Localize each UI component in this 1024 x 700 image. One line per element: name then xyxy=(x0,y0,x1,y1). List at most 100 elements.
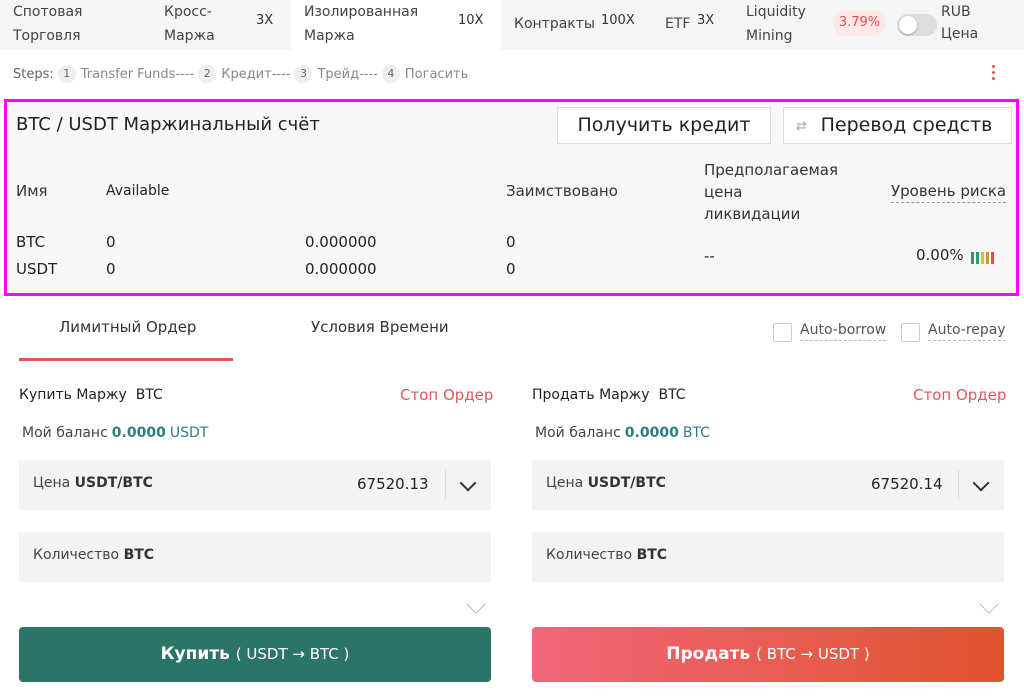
buy-form-title: Купить Маржу BTC xyxy=(19,387,163,403)
chevron-down-icon[interactable] xyxy=(459,474,477,492)
step-number: 2 xyxy=(198,65,217,83)
apy-badge: 3.79% xyxy=(833,10,886,36)
liq-line1: Предполагаемая xyxy=(704,161,838,179)
transfer-icon: ⇄ xyxy=(796,119,807,134)
risk-bar xyxy=(976,252,979,264)
margin-account-panel: BTC / USDT Маржинальный счёт Получить кр… xyxy=(4,99,1019,296)
row-available: 0 xyxy=(106,260,116,278)
tab-label-line2: Маржа xyxy=(304,28,355,44)
auto-repay-label[interactable]: Auto-repay xyxy=(928,322,1006,341)
buy-quantity-input[interactable]: Количество BTC xyxy=(19,532,491,582)
rub-price-toggle[interactable] xyxy=(897,14,937,36)
row-name: USDT xyxy=(16,260,58,278)
tab-label: Контракты xyxy=(514,16,595,32)
tab-cross-margin[interactable]: Кросс- Маржа 3X xyxy=(150,0,290,50)
sell-title-text: Продать Маржу xyxy=(532,387,650,403)
buy-button[interactable]: Купить ( USDT → BTC ) xyxy=(19,627,491,682)
tab-label-line1: Изолированная xyxy=(304,4,419,20)
sell-form-title: Продать Маржу BTC xyxy=(532,387,686,403)
risk-bar xyxy=(986,252,989,264)
liq-line3: ликвидации xyxy=(704,205,801,223)
price-unit: USDT/BTC xyxy=(587,475,666,491)
step-number: 1 xyxy=(57,65,76,83)
expand-chevron-icon[interactable] xyxy=(466,594,486,614)
qty-label-text: Количество xyxy=(33,547,120,563)
tab-time-conditions[interactable]: Условия Времени xyxy=(311,318,449,336)
expand-chevron-icon[interactable] xyxy=(979,594,999,614)
leverage-label: 100X xyxy=(601,13,635,28)
tab-label-line1: Спотовая xyxy=(13,4,83,20)
liquidation-price: -- xyxy=(704,247,715,265)
qty-label-text: Количество xyxy=(546,547,633,563)
risk-bar xyxy=(981,252,984,264)
sell-stop-order-link[interactable]: Стоп Ордер xyxy=(913,386,1006,404)
tab-isolated-margin[interactable]: Изолированная Маржа 10X xyxy=(291,0,501,50)
row-borrowed: 0 xyxy=(506,233,516,251)
col-header-available: Available xyxy=(106,183,170,199)
leverage-label: 10X xyxy=(458,13,484,28)
tab-label-line1: Кросс- xyxy=(164,4,212,20)
more-options-icon[interactable] xyxy=(986,62,1000,84)
buy-title-text: Купить Маржу xyxy=(19,387,127,403)
qty-unit: BTC xyxy=(123,547,155,563)
top-nav-bar: Спотовая Торговля Кросс- Маржа 3X Изолир… xyxy=(0,0,1024,50)
balance-unit: USDT xyxy=(169,425,209,441)
auto-borrow-label[interactable]: Auto-borrow xyxy=(800,322,887,341)
col-header-borrowed: Заимствовано xyxy=(506,182,618,200)
toggle-knob xyxy=(899,16,917,34)
rub-label-line2: Цена xyxy=(941,26,979,42)
account-title: BTC / USDT Маржинальный счёт xyxy=(16,114,320,135)
tab-label-line2: Маржа xyxy=(164,28,215,44)
step-number: 4 xyxy=(381,65,400,83)
buy-button-sub: ( USDT → BTC ) xyxy=(235,645,350,663)
step-label: Погасить xyxy=(404,66,469,82)
price-label: Цена USDT/BTC xyxy=(546,475,666,491)
auto-borrow-checkbox[interactable] xyxy=(773,323,792,342)
row-amount: 0.000000 xyxy=(305,233,377,251)
tab-liquidity-mining[interactable]: Liquidity Mining xyxy=(734,0,829,50)
tab-label-line2: Mining xyxy=(746,28,793,44)
buy-stop-order-link[interactable]: Стоп Ордер xyxy=(400,386,493,404)
buy-button-label: Купить xyxy=(160,644,230,664)
transfer-funds-button[interactable]: ⇄ Перевод средств xyxy=(783,107,1012,144)
step-label: Кредит---- xyxy=(221,66,291,82)
col-header-risk[interactable]: Уровень риска xyxy=(891,182,1007,203)
price-value[interactable]: 67520.13 xyxy=(357,475,429,493)
sell-quantity-input[interactable]: Количество BTC xyxy=(532,532,1004,582)
tab-contracts[interactable]: Контракты 100X xyxy=(502,0,642,50)
price-label: Цена USDT/BTC xyxy=(33,475,153,491)
chevron-down-icon[interactable] xyxy=(972,474,990,492)
transfer-button-label: Перевод средств xyxy=(820,114,993,136)
sell-button[interactable]: Продать ( BTC → USDT ) xyxy=(532,627,1004,682)
step-label: Transfer Funds---- xyxy=(80,66,195,82)
quantity-label: Количество BTC xyxy=(33,547,154,563)
steps-prefix: Steps: xyxy=(13,66,54,82)
col-header-liquidation: Предполагаемая цена ликвидации xyxy=(704,159,838,225)
col-header-name: Имя xyxy=(16,182,48,200)
rub-price-label: RUB Цена xyxy=(941,1,978,45)
balance-label: Мой баланс xyxy=(22,425,108,441)
leverage-label: 3X xyxy=(697,13,715,28)
leverage-label: 3X xyxy=(256,13,274,28)
get-loan-button[interactable]: Получить кредит xyxy=(557,107,771,144)
sell-button-label: Продать xyxy=(666,644,751,664)
active-tab-indicator xyxy=(19,358,233,361)
tab-spot-trading[interactable]: Спотовая Торговля xyxy=(0,0,150,50)
sell-balance: Мой баланс 0.0000 BTC xyxy=(535,425,710,441)
sell-price-input[interactable]: Цена USDT/BTC 67520.14 xyxy=(532,460,1004,510)
price-label-text: Цена xyxy=(546,475,584,491)
row-name: BTC xyxy=(16,233,46,251)
tab-label-line2: Торговля xyxy=(13,28,81,44)
buy-price-input[interactable]: Цена USDT/BTC 67520.13 xyxy=(19,460,491,510)
row-available: 0 xyxy=(106,233,116,251)
risk-bar xyxy=(971,252,974,264)
balance-label: Мой баланс xyxy=(535,425,621,441)
rub-label-line1: RUB xyxy=(941,4,971,20)
field-divider xyxy=(958,470,959,500)
tab-limit-order[interactable]: Лимитный Ордер xyxy=(59,318,196,336)
price-value[interactable]: 67520.14 xyxy=(871,475,943,493)
tab-etf[interactable]: ETF 3X xyxy=(652,0,732,50)
liq-line2: цена xyxy=(704,183,743,201)
auto-repay-checkbox[interactable] xyxy=(901,323,920,342)
balance-value: 0.0000 xyxy=(624,425,679,441)
